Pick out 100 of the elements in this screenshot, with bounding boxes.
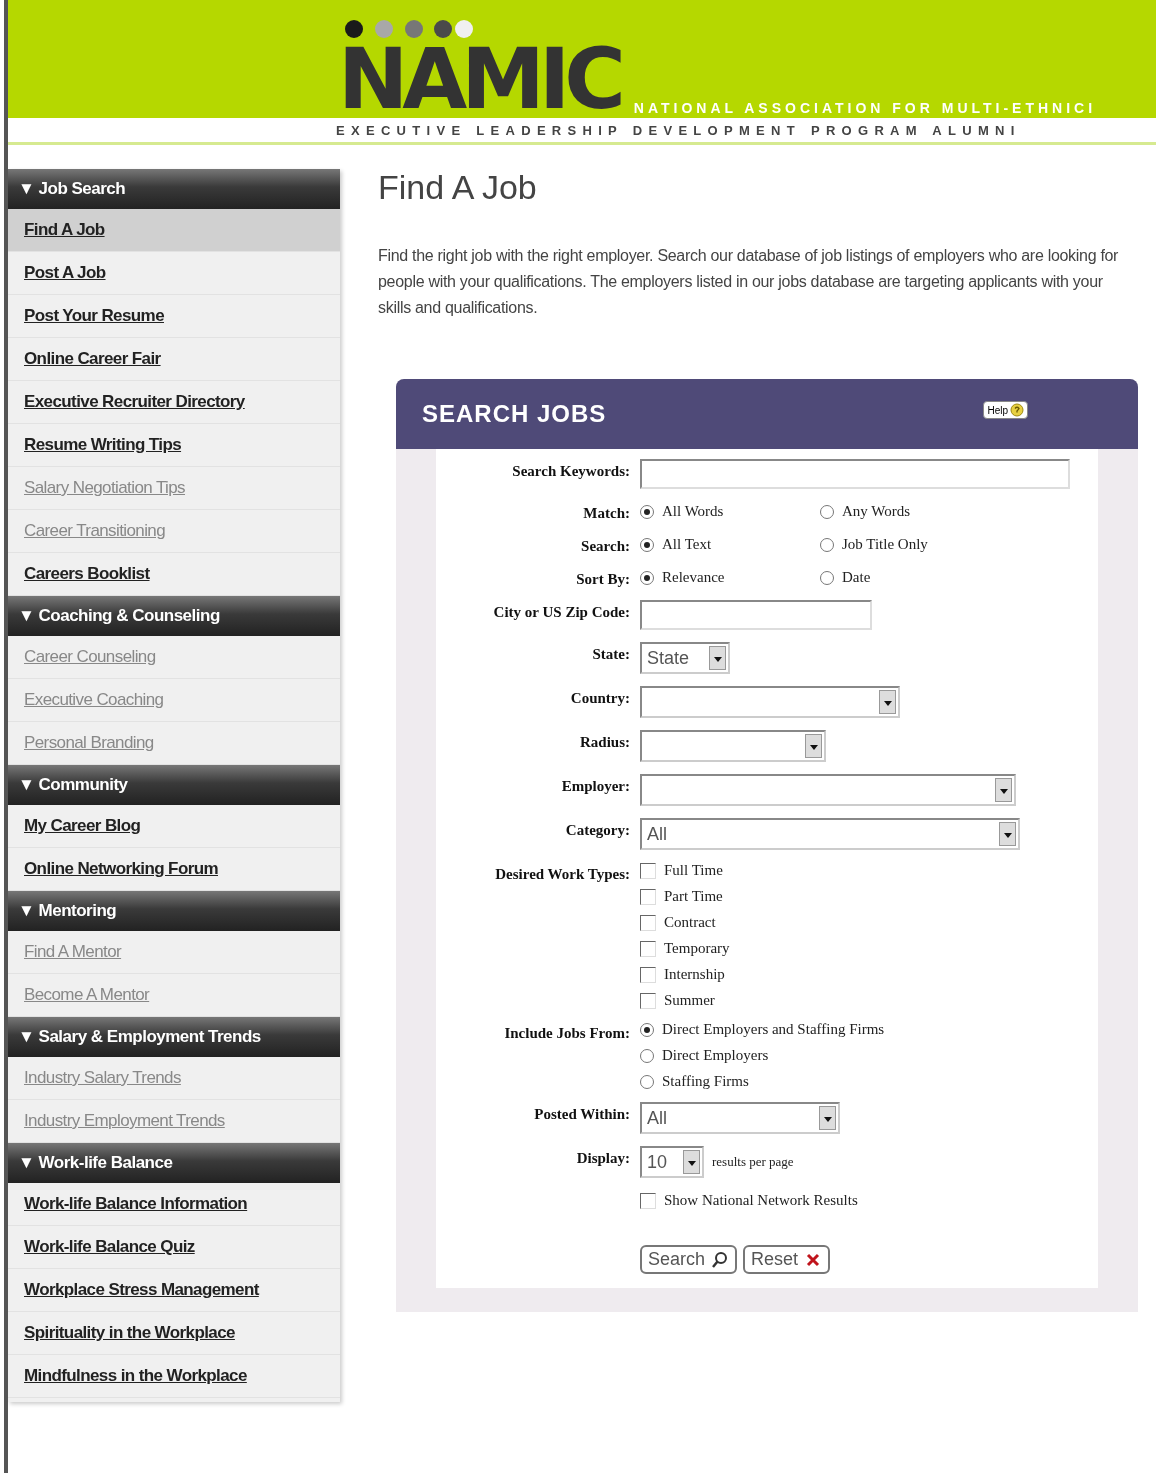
section-header[interactable]: ▼ Salary & Employment Trends [8, 1017, 340, 1057]
option-label: Part Time [664, 888, 723, 905]
dropdown[interactable] [640, 774, 1016, 806]
nav-link[interactable]: Work-life Balance Information [24, 1194, 248, 1214]
help-icon [1010, 403, 1024, 417]
dropdown[interactable]: State [640, 642, 730, 674]
option-label: Internship [664, 966, 725, 983]
nav-link[interactable]: Mindfulness in the Workplace [24, 1366, 247, 1386]
logo[interactable]: NAMIC [338, 40, 620, 118]
people-dots-icon [343, 18, 473, 40]
panel-title: SEARCH JOBS [422, 400, 607, 428]
field-label: Search: [581, 538, 630, 554]
dropdown[interactable]: All [640, 818, 1020, 850]
dropdown[interactable] [640, 686, 900, 718]
field-label: Desired Work Types: [495, 866, 630, 882]
nav-link[interactable]: Spirituality in the Workplace [24, 1323, 235, 1343]
sidebar-item[interactable]: Online Career Fair [8, 338, 340, 381]
dropdown-value: 10 [646, 1151, 668, 1173]
field-label: Include Jobs From: [504, 1025, 630, 1041]
section-header[interactable]: ▼ Community [8, 765, 340, 805]
checkbox[interactable] [640, 992, 656, 1009]
option-label: Contract [664, 914, 716, 931]
checkbox[interactable] [640, 888, 656, 905]
nav-link[interactable]: My Career Blog [24, 816, 141, 836]
field-label: Country: [570, 690, 630, 706]
section-header[interactable]: ▼ Mentoring [8, 891, 340, 931]
nav-link[interactable]: Resume Writing Tips [24, 435, 182, 455]
radio-button[interactable] [820, 504, 834, 519]
dropdown[interactable]: 10 [640, 1146, 704, 1178]
nav-link[interactable]: Work-life Balance Quiz [24, 1237, 195, 1257]
section-header[interactable]: ▼ Coaching & Counseling [8, 596, 340, 636]
option-label: Relevance [662, 569, 725, 586]
field-label: State: [592, 646, 630, 662]
field-label: Match: [583, 505, 630, 521]
radio-button[interactable] [640, 1022, 654, 1037]
checkbox[interactable] [640, 940, 656, 957]
dropdown-value: State [646, 647, 690, 669]
section-header[interactable]: ▼ Work-life Balance [8, 1143, 340, 1183]
sidebar-item[interactable]: Work-life Balance Quiz [8, 1226, 340, 1269]
radio-button[interactable] [640, 504, 654, 519]
input-field[interactable] [640, 600, 872, 630]
tagline: NATIONAL ASSOCIATION FOR MULTI-ETHNICI [633, 100, 1097, 118]
sidebar-item[interactable]: Resume Writing Tips [8, 424, 340, 467]
option-label: All Text [662, 536, 712, 553]
radio-button[interactable] [820, 537, 834, 552]
nav-link[interactable]: Workplace Stress Management [24, 1280, 259, 1300]
nav-link[interactable]: Executive Recruiter Directory [24, 392, 245, 412]
checkbox[interactable] [640, 862, 656, 879]
option-label: All Words [662, 503, 724, 520]
dropdown-value: All [646, 1107, 667, 1129]
sidebar-item[interactable]: My Career Blog [8, 805, 340, 848]
radio-button[interactable] [820, 570, 834, 585]
help-button[interactable]: Help [983, 401, 1028, 419]
input-field[interactable] [640, 459, 1070, 489]
page-title: Find A Job [378, 169, 538, 205]
option-label: Summer [664, 992, 715, 1009]
option-label: Staffing Firms [662, 1073, 749, 1090]
option-label: Temporary [664, 940, 730, 957]
checkbox[interactable] [640, 1192, 656, 1209]
dropdown[interactable] [640, 730, 826, 762]
sidebar-item[interactable]: Find A Job [8, 209, 340, 252]
checkbox[interactable] [640, 914, 656, 931]
nav-link[interactable]: Online Career Fair [24, 349, 161, 369]
field-label: Sort By: [576, 571, 630, 587]
nav-link[interactable]: Find A Job [24, 220, 105, 240]
radio-button[interactable] [640, 1074, 654, 1089]
nav-link[interactable]: Post A Job [24, 263, 106, 283]
nav-link[interactable]: Careers Booklist [24, 564, 150, 584]
field-label: Search Keywords: [512, 463, 630, 479]
field-label: Employer: [561, 778, 630, 794]
nav-link[interactable]: Post Your Resume [24, 306, 164, 326]
suffix-label: results per page [712, 1154, 794, 1170]
field-label: Posted Within: [534, 1106, 630, 1122]
sidebar-item[interactable]: Post A Job [8, 252, 340, 295]
sidebar-item[interactable]: Post Your Resume [8, 295, 340, 338]
search-button[interactable]: Search [640, 1245, 738, 1274]
field-label: Display: [576, 1150, 630, 1166]
dropdown[interactable]: All [640, 1102, 840, 1134]
checkbox[interactable] [640, 966, 656, 983]
radio-button[interactable] [640, 1048, 654, 1063]
section-header[interactable]: ▼ Job Search [8, 169, 340, 209]
option-label: Job Title Only [842, 536, 928, 553]
nav-link[interactable]: Online Networking Forum [24, 859, 218, 879]
search-icon [711, 1250, 730, 1269]
sidebar-item[interactable]: Work-life Balance Information [8, 1183, 340, 1226]
field-label: Category: [565, 822, 630, 838]
radio-button[interactable] [640, 537, 654, 552]
dropdown-value: All [646, 823, 667, 845]
field-label: Radius: [579, 734, 630, 750]
sidebar-item[interactable]: Mindfulness in the Workplace [8, 1355, 340, 1398]
sidebar-item[interactable]: Executive Recruiter Directory [8, 381, 340, 424]
radio-button[interactable] [640, 570, 654, 585]
option-label: Any Words [842, 503, 911, 520]
option-label: Direct Employers and Staffing Firms [662, 1021, 885, 1038]
option-label: Full Time [664, 862, 723, 879]
option-label: Date [842, 569, 871, 586]
field-label: City or US Zip Code: [493, 604, 630, 620]
sidebar-item[interactable]: Spirituality in the Workplace [8, 1312, 340, 1355]
sidebar-item[interactable]: Workplace Stress Management [8, 1269, 340, 1312]
reset-button[interactable]: Reset [743, 1245, 831, 1274]
